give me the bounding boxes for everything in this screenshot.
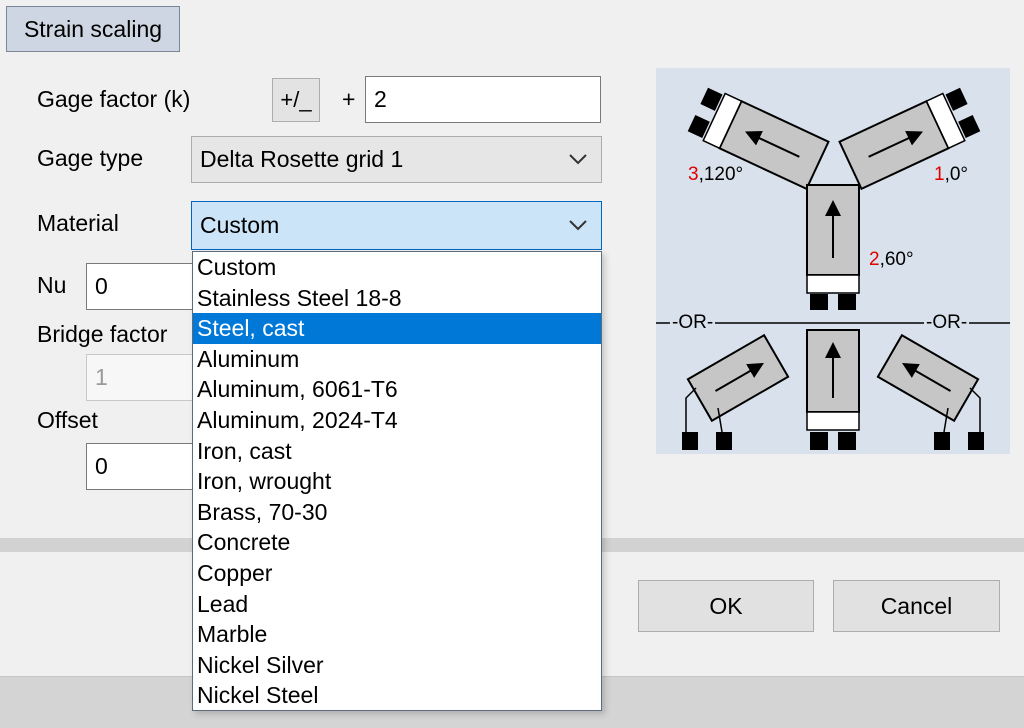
gage-type-value: Delta Rosette grid 1 xyxy=(200,146,404,172)
sign-toggle-button[interactable]: +/_ xyxy=(272,78,320,122)
alt-gauge-center xyxy=(806,329,860,450)
material-option[interactable]: Marble xyxy=(193,619,601,650)
gage-factor-value: 2 xyxy=(374,86,387,112)
material-option[interactable]: Iron, wrought xyxy=(193,466,601,497)
chevron-down-icon xyxy=(569,219,587,230)
material-option[interactable]: Concrete xyxy=(193,527,601,558)
cancel-button[interactable]: Cancel xyxy=(833,580,1000,632)
material-option[interactable]: Nickel Silver xyxy=(193,650,601,681)
material-option[interactable]: Lead xyxy=(193,589,601,620)
material-option[interactable]: Aluminum, 2024-T4 xyxy=(193,405,601,436)
offset-label: Offset xyxy=(37,407,98,433)
rosette-diagram: 3,120° 1,0° 2,60° -OR- -OR- xyxy=(656,68,1010,454)
gauge-1-label: 1,0° xyxy=(934,164,969,185)
gage-type-label: Gage type xyxy=(37,145,144,171)
offset-input[interactable]: 0 xyxy=(86,443,196,490)
material-option[interactable]: Stainless Steel 18-8 xyxy=(193,283,601,314)
material-option[interactable]: Aluminum xyxy=(193,344,601,375)
nu-input[interactable]: 0 xyxy=(86,263,196,310)
bridge-factor-value: 1 xyxy=(95,364,108,390)
material-option[interactable]: Custom xyxy=(193,252,601,283)
material-dropdown-list[interactable]: Custom Stainless Steel 18-8 Steel, cast Alu… xyxy=(192,251,602,711)
material-value: Custom xyxy=(200,212,280,238)
gage-type-select[interactable]: Delta Rosette grid 1 xyxy=(191,136,602,183)
or-label-left: -OR- xyxy=(670,312,716,334)
material-option[interactable]: Iron, cast xyxy=(193,436,601,467)
gauge-2-shape xyxy=(806,184,860,310)
material-option[interactable]: Copper xyxy=(193,558,601,589)
material-label: Material xyxy=(37,210,119,236)
offset-value: 0 xyxy=(95,453,108,479)
material-option[interactable]: Brass, 70-30 xyxy=(193,497,601,528)
or-label-right: -OR- xyxy=(924,312,970,334)
tab-strain-scaling[interactable]: Strain scaling xyxy=(6,6,180,52)
ok-button[interactable]: OK xyxy=(638,580,814,632)
gage-factor-input[interactable]: 2 xyxy=(365,76,601,123)
nu-value: 0 xyxy=(95,273,108,299)
bridge-factor-label: Bridge factor xyxy=(37,321,168,347)
material-option[interactable]: Steel, cast xyxy=(193,313,601,344)
material-select[interactable]: Custom xyxy=(191,201,602,250)
gage-factor-sign: + xyxy=(342,86,356,112)
gauge-2-label: 2,60° xyxy=(869,249,914,270)
gauge-3-label: 3,120° xyxy=(688,164,744,185)
gage-factor-label: Gage factor (k) xyxy=(37,86,191,112)
rosette-diagram-drawing xyxy=(656,87,1010,450)
nu-label: Nu xyxy=(37,272,67,298)
material-option[interactable]: Aluminum, 6061-T6 xyxy=(193,374,601,405)
bridge-factor-input[interactable]: 1 xyxy=(86,354,196,401)
material-option[interactable]: Nickel Steel xyxy=(193,680,601,711)
alt-gauge-right xyxy=(876,333,980,423)
chevron-down-icon xyxy=(569,153,587,164)
alt-gauge-left xyxy=(686,333,790,423)
